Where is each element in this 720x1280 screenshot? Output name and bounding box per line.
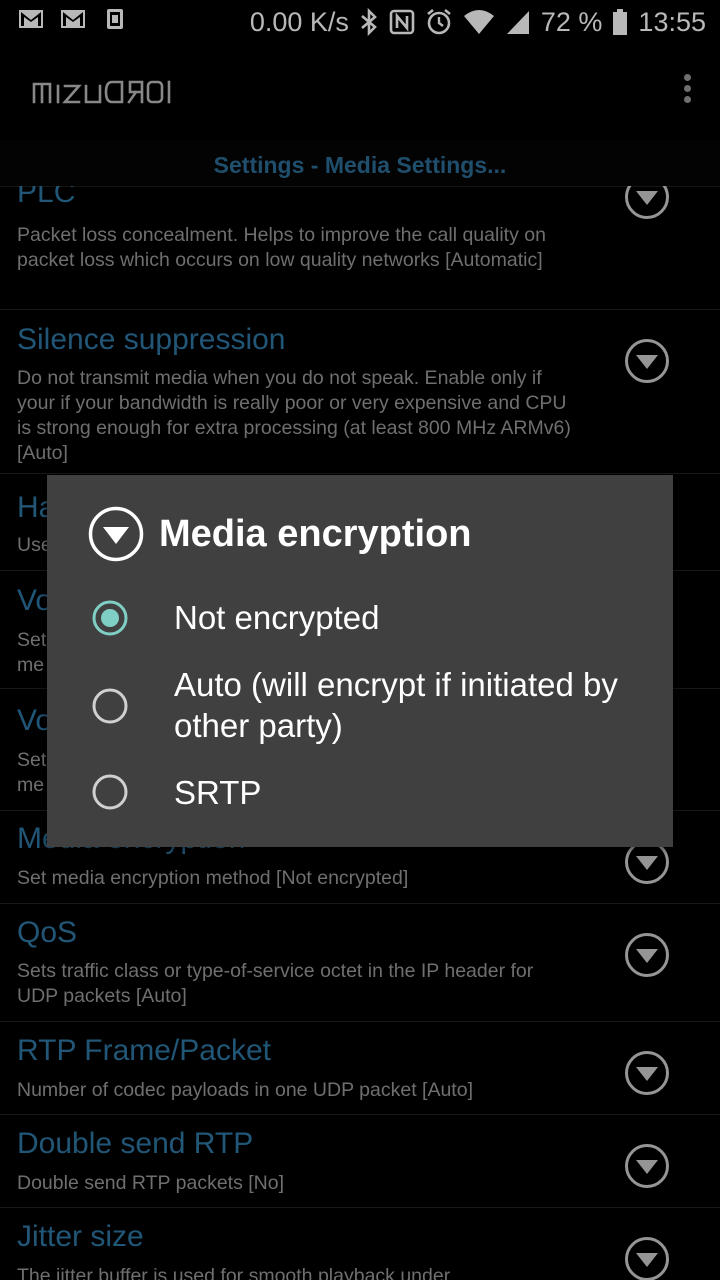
pref-plc[interactable]: PLC Packet loss concealment. Helps to im… <box>0 186 720 310</box>
pref-qos[interactable]: QoS Sets traffic class or type-of-servic… <box>0 903 720 1022</box>
bluetooth-icon <box>361 8 377 36</box>
dropdown-arrow-icon <box>624 186 670 220</box>
option-srtp[interactable]: SRTP <box>47 772 673 814</box>
dropdown-arrow-icon <box>624 1143 670 1189</box>
battery-percent: 72 % <box>540 6 603 37</box>
pref-double-send-rtp[interactable]: Double send RTP Double send RTP packets … <box>0 1114 720 1208</box>
pref-rtp-frame-packet[interactable]: RTP Frame/Packet Number of codec payload… <box>0 1021 720 1115</box>
pref-summary: The jitter buffer is used for smooth pla… <box>17 1265 451 1280</box>
dropdown-arrow-icon <box>88 506 144 562</box>
status-bar: 0.00 K/s 72 % 13:55 <box>0 0 720 46</box>
sim-card-icon <box>107 9 123 29</box>
wifi-icon <box>463 10 494 34</box>
section-header: Settings - Media Settings... <box>0 140 720 187</box>
dropdown-arrow-icon <box>624 338 670 384</box>
pref-title: Silence suppression <box>17 323 286 356</box>
pref-title: QoS <box>17 916 78 949</box>
radio-unselected-icon[interactable] <box>92 688 128 724</box>
dialog-title: Media encryption <box>159 513 472 555</box>
pref-summary: Double send RTP packets [No] <box>17 1172 285 1194</box>
pref-title: Jitter size <box>17 1220 144 1253</box>
pref-summary: Sets traffic class or type-of-service oc… <box>17 960 534 1007</box>
app-bar <box>0 46 720 141</box>
signal-icon <box>506 11 529 34</box>
dropdown-arrow-icon <box>624 932 670 978</box>
overflow-menu-icon[interactable] <box>682 74 692 108</box>
gmail-icon <box>19 10 43 28</box>
pref-title: PLC <box>17 186 76 209</box>
pref-summary: Packet loss concealment. Helps to improv… <box>17 224 546 271</box>
pref-summary: Set me <box>17 749 47 796</box>
pref-summary: Do not transmit media when you do not sp… <box>17 367 571 464</box>
dropdown-arrow-icon <box>624 1236 670 1280</box>
option-label: Not encrypted <box>174 599 380 636</box>
pref-silence-suppression[interactable]: Silence suppression Do not transmit medi… <box>0 309 720 474</box>
pref-summary: Set me <box>17 629 47 676</box>
option-label: Auto (will encrypt if initiated by other… <box>174 666 618 744</box>
option-label: SRTP <box>174 774 262 811</box>
radio-unselected-icon[interactable] <box>92 774 128 810</box>
dropdown-arrow-icon <box>624 1050 670 1096</box>
radio-selected-icon[interactable] <box>92 600 128 636</box>
battery-icon <box>613 9 628 35</box>
pref-summary: Set media encryption method [Not encrypt… <box>17 867 409 889</box>
clock: 13:55 <box>638 6 706 37</box>
pref-jitter-size[interactable]: Jitter size The jitter buffer is used fo… <box>0 1207 720 1280</box>
network-speed: 0.00 K/s <box>249 6 349 37</box>
app-logo <box>32 80 171 104</box>
gmail-icon <box>61 10 85 28</box>
alarm-icon <box>427 8 451 35</box>
option-auto[interactable]: Auto (will encrypt if initiated by other… <box>47 664 673 748</box>
media-encryption-dialog: Media encryption Not encrypted Auto (wil… <box>47 475 673 847</box>
pref-summary: Number of codec payloads in one UDP pack… <box>17 1079 473 1101</box>
nfc-icon <box>389 9 415 35</box>
pref-title: Double send RTP <box>17 1127 254 1160</box>
option-not-encrypted[interactable]: Not encrypted <box>47 597 673 639</box>
pref-title: RTP Frame/Packet <box>17 1034 271 1067</box>
